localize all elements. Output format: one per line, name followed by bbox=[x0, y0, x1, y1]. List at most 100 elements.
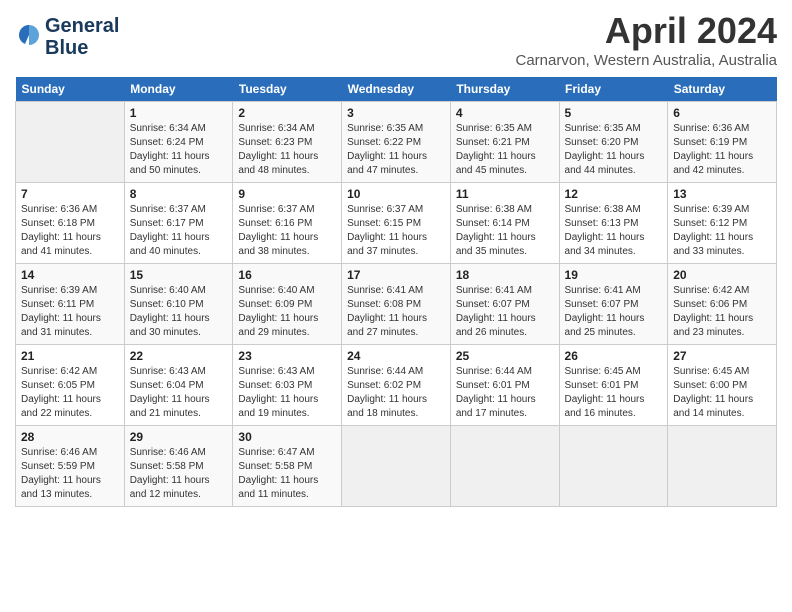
day-number: 8 bbox=[130, 187, 228, 201]
day-info: Sunrise: 6:38 AM Sunset: 6:13 PM Dayligh… bbox=[565, 203, 663, 259]
day-info: Sunrise: 6:41 AM Sunset: 6:07 PM Dayligh… bbox=[565, 284, 663, 340]
calendar-cell: 23 Sunrise: 6:43 AM Sunset: 6:03 PM Dayli… bbox=[233, 345, 342, 426]
day-info: Sunrise: 6:41 AM Sunset: 6:07 PM Dayligh… bbox=[456, 284, 554, 340]
calendar-cell: 16 Sunrise: 6:40 AM Sunset: 6:09 PM Dayli… bbox=[233, 264, 342, 345]
day-number: 4 bbox=[456, 106, 554, 120]
calendar-cell: 27 Sunrise: 6:45 AM Sunset: 6:00 PM Dayli… bbox=[668, 345, 777, 426]
calendar-cell: 26 Sunrise: 6:45 AM Sunset: 6:01 PM Dayli… bbox=[559, 345, 668, 426]
calendar-cell bbox=[559, 426, 668, 507]
day-info: Sunrise: 6:41 AM Sunset: 6:08 PM Dayligh… bbox=[347, 284, 445, 340]
calendar-cell: 10 Sunrise: 6:37 AM Sunset: 6:15 PM Dayli… bbox=[342, 183, 451, 264]
day-info: Sunrise: 6:40 AM Sunset: 6:09 PM Dayligh… bbox=[238, 284, 336, 340]
calendar-cell: 15Sunrise: 6:40 AM Sunset: 6:10 PM Dayli… bbox=[124, 264, 233, 345]
day-info: Sunrise: 6:39 AM Sunset: 6:12 PM Dayligh… bbox=[673, 203, 771, 259]
day-info: Sunrise: 6:42 AM Sunset: 6:05 PM Dayligh… bbox=[21, 365, 119, 421]
calendar-cell: 29 Sunrise: 6:46 AM Sunset: 5:58 PM Dayli… bbox=[124, 426, 233, 507]
day-info: Sunrise: 6:36 AM Sunset: 6:19 PM Dayligh… bbox=[673, 122, 771, 178]
day-info: Sunrise: 6:36 AM Sunset: 6:18 PM Dayligh… bbox=[21, 203, 119, 259]
day-number: 17 bbox=[347, 268, 445, 282]
day-number: 6 bbox=[673, 106, 771, 120]
day-info: Sunrise: 6:45 AM Sunset: 6:00 PM Dayligh… bbox=[673, 365, 771, 421]
column-header-tuesday: Tuesday bbox=[233, 77, 342, 102]
page-header: GeneralBlue April 2024 Carnarvon, Wester… bbox=[15, 10, 777, 69]
day-number: 12 bbox=[565, 187, 663, 201]
calendar-table: SundayMondayTuesdayWednesdayThursdayFrid… bbox=[15, 77, 777, 507]
day-info: Sunrise: 6:46 AM Sunset: 5:58 PM Dayligh… bbox=[130, 446, 228, 502]
day-number: 5 bbox=[565, 106, 663, 120]
calendar-cell: 21 Sunrise: 6:42 AM Sunset: 6:05 PM Dayli… bbox=[16, 345, 125, 426]
calendar-cell bbox=[342, 426, 451, 507]
day-number: 23 bbox=[238, 349, 336, 363]
column-header-wednesday: Wednesday bbox=[342, 77, 451, 102]
calendar-cell: 2 Sunrise: 6:34 AM Sunset: 6:23 PM Daylig… bbox=[233, 102, 342, 183]
calendar-cell: 6 Sunrise: 6:36 AM Sunset: 6:19 PM Daylig… bbox=[668, 102, 777, 183]
day-info: Sunrise: 6:44 AM Sunset: 6:01 PM Dayligh… bbox=[456, 365, 554, 421]
calendar-cell: 24 Sunrise: 6:44 AM Sunset: 6:02 PM Dayli… bbox=[342, 345, 451, 426]
day-info: Sunrise: 6:38 AM Sunset: 6:14 PM Dayligh… bbox=[456, 203, 554, 259]
calendar-cell: 7Sunrise: 6:36 AM Sunset: 6:18 PM Daylig… bbox=[16, 183, 125, 264]
column-header-saturday: Saturday bbox=[668, 77, 777, 102]
calendar-cell: 8 Sunrise: 6:37 AM Sunset: 6:17 PM Daylig… bbox=[124, 183, 233, 264]
day-info: Sunrise: 6:43 AM Sunset: 6:03 PM Dayligh… bbox=[238, 365, 336, 421]
calendar-cell: 22 Sunrise: 6:43 AM Sunset: 6:04 PM Dayli… bbox=[124, 345, 233, 426]
day-number: 9 bbox=[238, 187, 336, 201]
calendar-cell: 18 Sunrise: 6:41 AM Sunset: 6:07 PM Dayli… bbox=[450, 264, 559, 345]
day-info: Sunrise: 6:35 AM Sunset: 6:20 PM Dayligh… bbox=[565, 122, 663, 178]
column-header-friday: Friday bbox=[559, 77, 668, 102]
day-number: 10 bbox=[347, 187, 445, 201]
calendar-cell: 5 Sunrise: 6:35 AM Sunset: 6:20 PM Daylig… bbox=[559, 102, 668, 183]
location: Carnarvon, Western Australia, Australia bbox=[515, 52, 777, 69]
calendar-cell: 30 Sunrise: 6:47 AM Sunset: 5:58 PM Dayli… bbox=[233, 426, 342, 507]
day-number: 13 bbox=[673, 187, 771, 201]
day-number: 29 bbox=[130, 430, 228, 444]
calendar-cell: 4 Sunrise: 6:35 AM Sunset: 6:21 PM Daylig… bbox=[450, 102, 559, 183]
day-info: Sunrise: 6:35 AM Sunset: 6:21 PM Dayligh… bbox=[456, 122, 554, 178]
column-header-thursday: Thursday bbox=[450, 77, 559, 102]
logo: GeneralBlue bbox=[15, 15, 119, 59]
day-info: Sunrise: 6:47 AM Sunset: 5:58 PM Dayligh… bbox=[238, 446, 336, 502]
day-number: 24 bbox=[347, 349, 445, 363]
day-number: 27 bbox=[673, 349, 771, 363]
day-number: 28 bbox=[21, 430, 119, 444]
day-number: 2 bbox=[238, 106, 336, 120]
logo-icon bbox=[15, 21, 43, 49]
month-year: April 2024 bbox=[515, 10, 777, 52]
day-number: 26 bbox=[565, 349, 663, 363]
day-number: 11 bbox=[456, 187, 554, 201]
day-number: 15 bbox=[130, 268, 228, 282]
day-info: Sunrise: 6:45 AM Sunset: 6:01 PM Dayligh… bbox=[565, 365, 663, 421]
day-number: 22 bbox=[130, 349, 228, 363]
day-info: Sunrise: 6:34 AM Sunset: 6:23 PM Dayligh… bbox=[238, 122, 336, 178]
calendar-cell: 12 Sunrise: 6:38 AM Sunset: 6:13 PM Dayli… bbox=[559, 183, 668, 264]
day-info: Sunrise: 6:37 AM Sunset: 6:16 PM Dayligh… bbox=[238, 203, 336, 259]
calendar-cell: 25Sunrise: 6:44 AM Sunset: 6:01 PM Dayli… bbox=[450, 345, 559, 426]
day-number: 16 bbox=[238, 268, 336, 282]
day-info: Sunrise: 6:44 AM Sunset: 6:02 PM Dayligh… bbox=[347, 365, 445, 421]
calendar-cell: 17 Sunrise: 6:41 AM Sunset: 6:08 PM Dayli… bbox=[342, 264, 451, 345]
calendar-cell: 19Sunrise: 6:41 AM Sunset: 6:07 PM Dayli… bbox=[559, 264, 668, 345]
day-info: Sunrise: 6:39 AM Sunset: 6:11 PM Dayligh… bbox=[21, 284, 119, 340]
day-info: Sunrise: 6:37 AM Sunset: 6:15 PM Dayligh… bbox=[347, 203, 445, 259]
day-number: 3 bbox=[347, 106, 445, 120]
day-info: Sunrise: 6:43 AM Sunset: 6:04 PM Dayligh… bbox=[130, 365, 228, 421]
day-number: 14 bbox=[21, 268, 119, 282]
day-info: Sunrise: 6:37 AM Sunset: 6:17 PM Dayligh… bbox=[130, 203, 228, 259]
calendar-cell: 20 Sunrise: 6:42 AM Sunset: 6:06 PM Dayli… bbox=[668, 264, 777, 345]
logo-text: GeneralBlue bbox=[45, 15, 119, 59]
day-info: Sunrise: 6:46 AM Sunset: 5:59 PM Dayligh… bbox=[21, 446, 119, 502]
day-number: 21 bbox=[21, 349, 119, 363]
calendar-cell: 14 Sunrise: 6:39 AM Sunset: 6:11 PM Dayli… bbox=[16, 264, 125, 345]
day-number: 30 bbox=[238, 430, 336, 444]
calendar-cell bbox=[16, 102, 125, 183]
calendar-cell: 3Sunrise: 6:35 AM Sunset: 6:22 PM Daylig… bbox=[342, 102, 451, 183]
day-number: 1 bbox=[130, 106, 228, 120]
day-info: Sunrise: 6:42 AM Sunset: 6:06 PM Dayligh… bbox=[673, 284, 771, 340]
day-number: 18 bbox=[456, 268, 554, 282]
calendar-cell: 11 Sunrise: 6:38 AM Sunset: 6:14 PM Dayli… bbox=[450, 183, 559, 264]
calendar-cell: 28 Sunrise: 6:46 AM Sunset: 5:59 PM Dayli… bbox=[16, 426, 125, 507]
calendar-cell bbox=[668, 426, 777, 507]
day-number: 20 bbox=[673, 268, 771, 282]
calendar-cell: 1Sunrise: 6:34 AM Sunset: 6:24 PM Daylig… bbox=[124, 102, 233, 183]
calendar-cell: 13 Sunrise: 6:39 AM Sunset: 6:12 PM Dayli… bbox=[668, 183, 777, 264]
column-header-sunday: Sunday bbox=[16, 77, 125, 102]
